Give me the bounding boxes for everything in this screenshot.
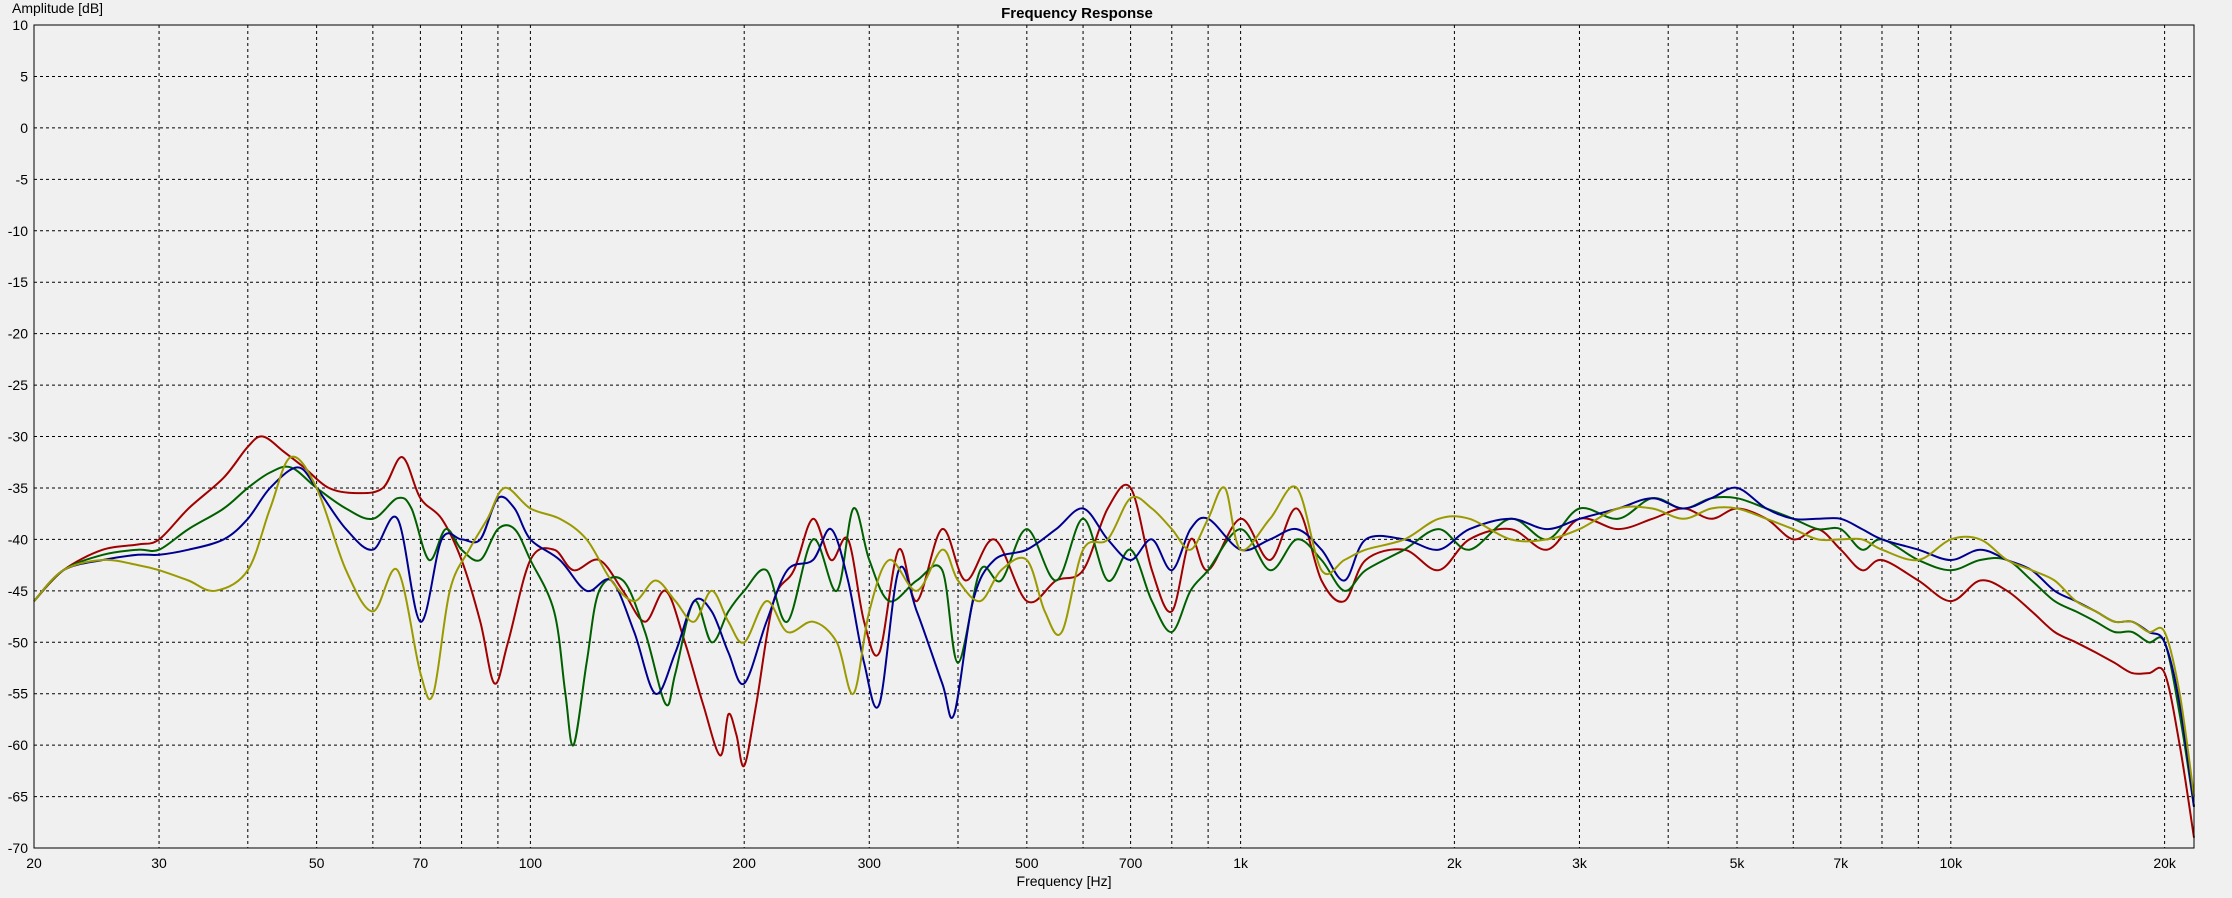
y-tick-label: -65 — [8, 789, 28, 805]
y-tick-label: -30 — [8, 429, 28, 445]
x-tick-label: 300 — [858, 855, 882, 871]
y-tick-label: -20 — [8, 326, 28, 342]
x-tick-label: 30 — [151, 855, 167, 871]
y-tick-label: -50 — [8, 634, 28, 650]
x-tick-label: 1k — [1233, 855, 1249, 871]
y-tick-label: -70 — [8, 840, 28, 856]
chart-title: Frequency Response — [1001, 5, 1153, 22]
x-tick-label: 5k — [1730, 855, 1746, 871]
x-tick-label: 100 — [519, 855, 543, 871]
y-tick-label: -60 — [8, 737, 28, 753]
x-tick-label: 700 — [1119, 855, 1143, 871]
y-tick-label: -40 — [8, 531, 28, 547]
y-tick-label: -10 — [8, 223, 28, 239]
x-tick-label: 500 — [1015, 855, 1039, 871]
y-tick-label: -25 — [8, 377, 28, 393]
y-tick-label: 10 — [12, 17, 28, 33]
y-tick-label: -45 — [8, 583, 28, 599]
y-axis-label: Amplitude [dB] — [12, 0, 103, 16]
x-tick-label: 10k — [1940, 855, 1964, 871]
x-tick-label: 3k — [1572, 855, 1588, 871]
frequency-response-chart: 10 5 0 -5 -10 -15 -20 -25 -30 -35 -40 -45 -50 -55 -60-… — [0, 0, 2232, 898]
y-tick-label: 0 — [20, 120, 28, 136]
x-tick-label: 200 — [733, 855, 757, 871]
x-axis-label: Frequency [Hz] — [1017, 873, 1112, 889]
x-tick-label: 7k — [1833, 855, 1849, 871]
y-tick-label: -35 — [8, 480, 28, 496]
y-tick-label: -15 — [8, 274, 28, 290]
y-tick-label: -55 — [8, 686, 28, 702]
y-tick-label: 5 — [20, 68, 28, 84]
y-tick-label: -5 — [16, 171, 29, 187]
x-tick-label: 50 — [309, 855, 325, 871]
x-tick-label: 20 — [26, 855, 42, 871]
x-tick-label: 2k — [1447, 855, 1463, 871]
x-tick-label: 20k — [2153, 855, 2177, 871]
chart-canvas: 1050-5-10-15-20-25-30-35-40-45-50-55-60-… — [8, 0, 2195, 889]
x-tick-label: 70 — [413, 855, 429, 871]
